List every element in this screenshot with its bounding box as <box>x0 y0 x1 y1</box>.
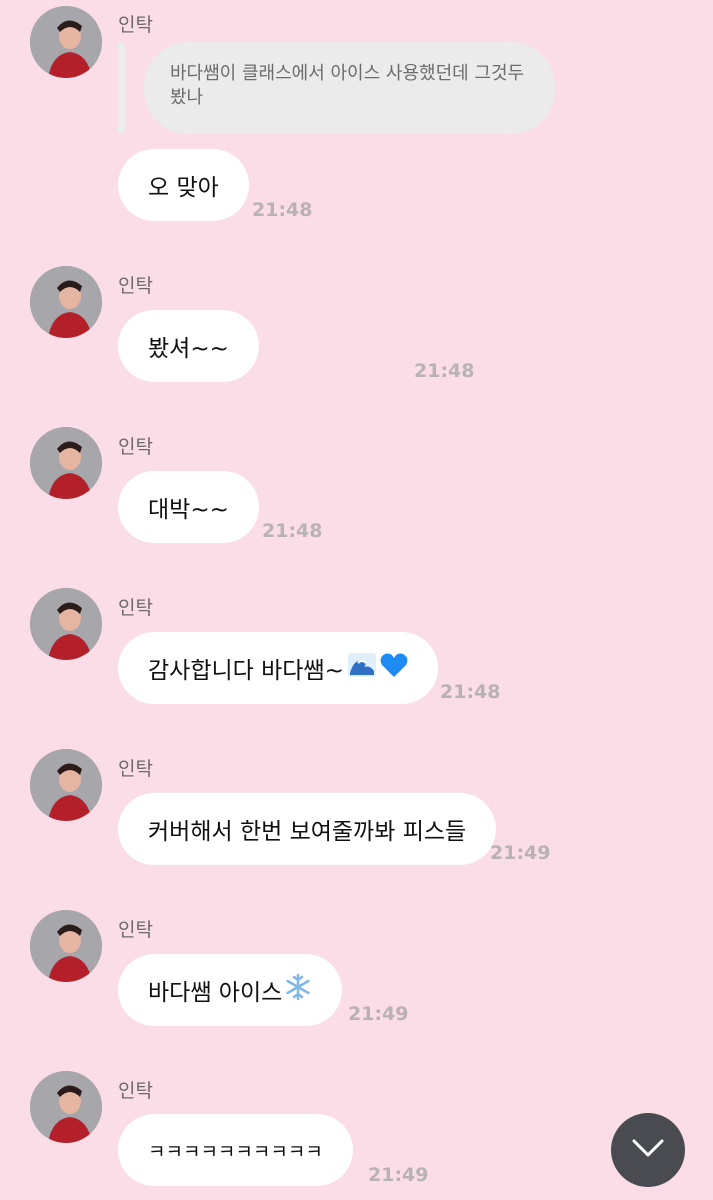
message-bubble[interactable]: ㅋㅋㅋㅋㅋㅋㅋㅋㅋㅋ <box>118 1114 353 1186</box>
sender-name: 인탁 <box>118 275 153 297</box>
message-bubble[interactable]: 감사합니다 바다쌤~ <box>118 632 438 704</box>
message-text: 오 맞아 <box>148 175 219 201</box>
message-bubble[interactable]: 봤셔~~ <box>118 310 259 382</box>
message-time: 21:48 <box>262 520 323 542</box>
sender-name: 인탁 <box>118 14 153 36</box>
wave-emoji <box>347 653 376 683</box>
message-text: 커버해서 한번 보여줄까봐 피스들 <box>148 819 467 845</box>
snowflake-emoji <box>284 973 312 1007</box>
avatar[interactable] <box>30 910 102 982</box>
message-time: 21:48 <box>252 199 313 221</box>
avatar[interactable] <box>30 266 102 338</box>
avatar[interactable] <box>30 588 102 660</box>
avatar[interactable] <box>30 6 102 78</box>
message-time: 21:49 <box>348 1003 409 1025</box>
quoted-message[interactable]: 바다쌤이 클래스에서 아이스 사용했던데 그것두 봤나 <box>144 42 555 134</box>
message-bubble[interactable]: 오 맞아 <box>118 149 249 221</box>
avatar[interactable] <box>30 427 102 499</box>
message-text: 대박~~ <box>148 497 229 523</box>
sender-name: 인탁 <box>118 758 153 780</box>
message-bubble[interactable]: 바다쌤 아이스 <box>118 954 343 1026</box>
message-time: 21:49 <box>490 842 551 864</box>
message-text: 봤셔~~ <box>148 336 229 362</box>
avatar[interactable] <box>30 1071 102 1143</box>
sender-name: 인탁 <box>118 1080 153 1102</box>
chevron-down-icon <box>631 1138 665 1162</box>
message-time: 21:48 <box>414 360 475 382</box>
sender-name: 인탁 <box>118 919 153 941</box>
avatar[interactable] <box>30 749 102 821</box>
message-bubble[interactable]: 커버해서 한번 보여줄까봐 피스들 <box>118 793 497 865</box>
sender-name: 인탁 <box>118 436 153 458</box>
sender-name: 인탁 <box>118 597 153 619</box>
message-text: ㅋㅋㅋㅋㅋㅋㅋㅋㅋㅋ <box>148 1140 323 1163</box>
blue-heart-emoji <box>380 652 408 684</box>
message-time: 21:49 <box>368 1164 429 1186</box>
message-bubble[interactable]: 대박~~ <box>118 471 259 543</box>
message-text: 감사합니다 바다쌤~ <box>148 658 344 684</box>
message-time: 21:48 <box>440 681 501 703</box>
message-text: 바다쌤 아이스 <box>148 980 283 1006</box>
quote-bar <box>118 42 125 134</box>
scroll-to-bottom-button[interactable] <box>611 1113 685 1187</box>
